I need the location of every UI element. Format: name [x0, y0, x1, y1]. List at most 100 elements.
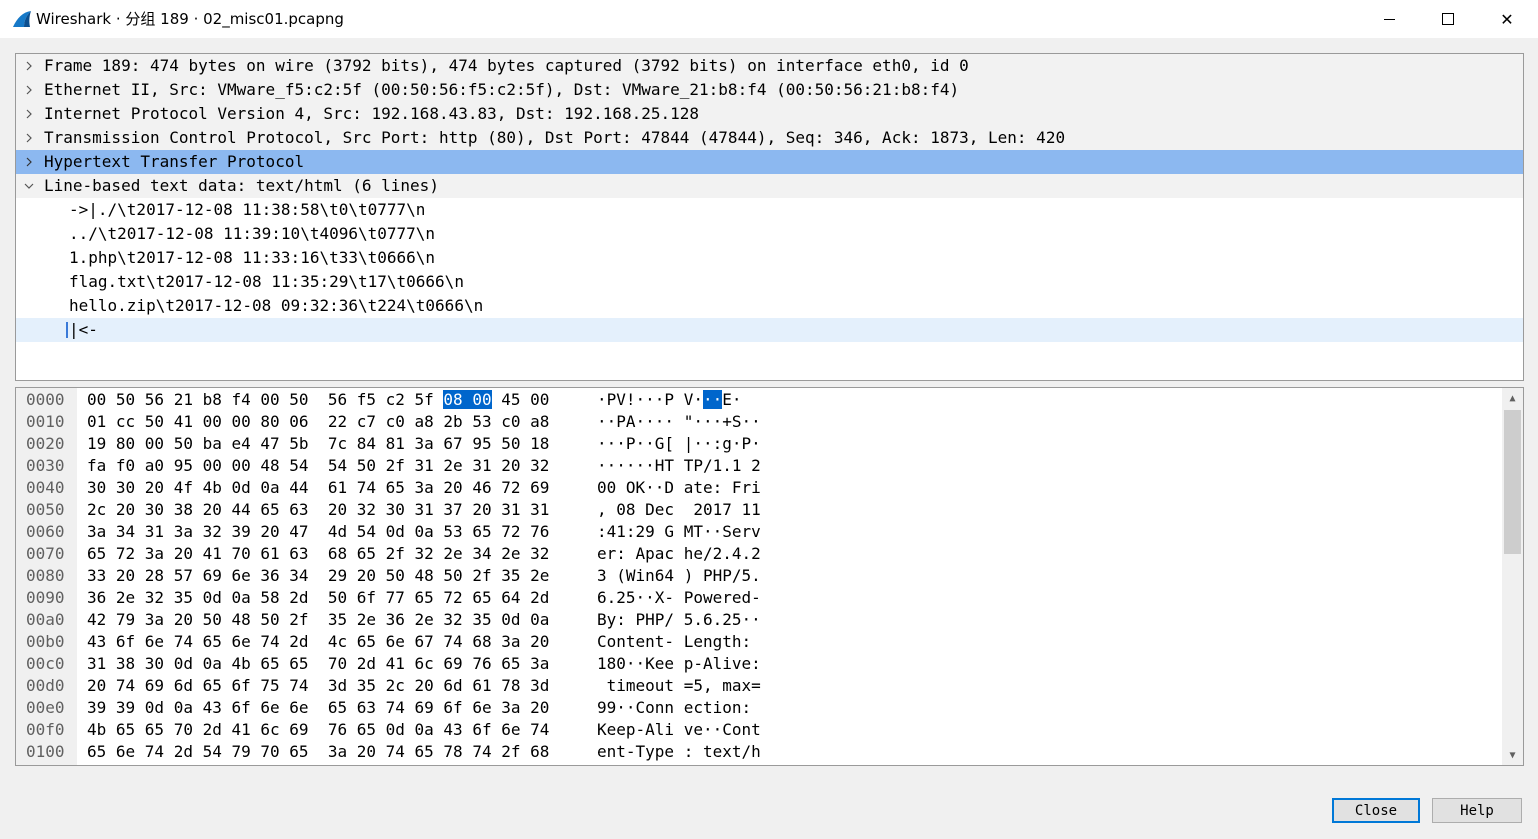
vertical-scrollbar[interactable]: ▲ ▼ [1502, 388, 1523, 765]
hex-ascii[interactable]: , 08 Dec 2017 11 [597, 499, 761, 521]
scroll-up-icon[interactable]: ▲ [1502, 388, 1523, 408]
hex-bytes[interactable]: 31 38 30 0d 0a 4b 65 65 70 2d 41 6c 69 7… [87, 653, 549, 675]
hex-ascii[interactable]: 3 (Win64 ) PHP/5. [597, 565, 761, 587]
chevron-right-icon[interactable] [22, 102, 36, 126]
hex-ascii[interactable]: ··PA···· "···+S·· [597, 411, 761, 433]
hex-bytes[interactable]: 3a 34 31 3a 32 39 20 47 4d 54 0d 0a 53 6… [87, 521, 549, 543]
tree-item-line-based-text[interactable]: Line-based text data: text/html (6 lines… [16, 174, 1523, 198]
hex-bytes[interactable]: 39 39 0d 0a 43 6f 6e 6e 65 63 74 69 6f 6… [87, 697, 549, 719]
hex-row[interactable]: 00a0 42 79 3a 20 50 48 50 2f 35 2e 36 2e … [16, 609, 1496, 631]
hex-row[interactable]: 00b0 43 6f 6e 74 65 6e 74 2d 4c 65 6e 67 … [16, 631, 1496, 653]
hex-row[interactable]: 0070 65 72 3a 20 41 70 61 63 68 65 2f 32 … [16, 543, 1496, 565]
tree-item-ethernet[interactable]: Ethernet II, Src: VMware_f5:c2:5f (00:50… [16, 78, 1523, 102]
hex-row[interactable]: 0090 36 2e 32 35 0d 0a 58 2d 50 6f 77 65 … [16, 587, 1496, 609]
packet-details-tree[interactable]: Frame 189: 474 bytes on wire (3792 bits)… [15, 53, 1524, 381]
highlighted-ascii: ·· [702, 390, 723, 409]
hex-bytes[interactable]: 00 50 56 21 b8 f4 00 50 56 f5 c2 5f 08 0… [87, 389, 549, 411]
hex-bytes[interactable]: 4b 65 65 70 2d 41 6c 69 76 65 0d 0a 43 6… [87, 719, 549, 741]
chevron-right-icon[interactable] [22, 54, 36, 78]
hex-bytes[interactable]: 33 20 28 57 69 6e 36 34 29 20 50 48 50 2… [87, 565, 549, 587]
hex-offset: 0030 [26, 456, 65, 475]
hex-bytes[interactable]: 20 74 69 6d 65 6f 75 74 3d 35 2c 20 6d 6… [87, 675, 549, 697]
hex-ascii[interactable]: ·PV!···P V···E· [597, 389, 742, 411]
focus-indicator [66, 322, 68, 338]
hex-row[interactable]: 0010 01 cc 50 41 00 00 80 06 22 c7 c0 a8 … [16, 411, 1496, 433]
window-title: Wireshark · 分组 189 · 02_misc01.pcapng [36, 10, 344, 28]
tree-item-http[interactable]: Hypertext Transfer Protocol [16, 150, 1523, 174]
hex-row[interactable]: 0100 65 6e 74 2d 54 79 70 65 3a 20 74 65 … [16, 741, 1496, 763]
hex-ascii[interactable]: Keep-Ali ve··Cont [597, 719, 761, 741]
highlighted-bytes: 08 00 [443, 390, 492, 409]
hex-bytes[interactable]: 01 cc 50 41 00 00 80 06 22 c7 c0 a8 2b 5… [87, 411, 549, 433]
tree-item-frame[interactable]: Frame 189: 474 bytes on wire (3792 bits)… [16, 54, 1523, 78]
hex-bytes[interactable]: 30 30 20 4f 4b 0d 0a 44 61 74 65 3a 20 4… [87, 477, 549, 499]
hex-bytes[interactable]: 43 6f 6e 74 65 6e 74 2d 4c 65 6e 67 74 6… [87, 631, 549, 653]
hex-row[interactable]: 00f0 4b 65 65 70 2d 41 6c 69 76 65 0d 0a … [16, 719, 1496, 741]
hex-offset: 00a0 [26, 610, 65, 629]
hex-ascii[interactable]: 180··Kee p-Alive: [597, 653, 761, 675]
tree-child-line[interactable]: ../\t2017-12-08 11:39:10\t4096\t0777\n [16, 222, 1523, 246]
hex-bytes[interactable]: fa f0 a0 95 00 00 48 54 54 50 2f 31 2e 3… [87, 455, 549, 477]
hex-offset: 0090 [26, 588, 65, 607]
hex-ascii[interactable]: 00 OK··D ate: Fri [597, 477, 761, 499]
hex-offset: 0040 [26, 478, 65, 497]
tree-item-label: Hypertext Transfer Protocol [44, 152, 305, 171]
hex-offset: 0080 [26, 566, 65, 585]
scroll-thumb[interactable] [1504, 410, 1521, 554]
hex-row[interactable]: 0020 19 80 00 50 ba e4 47 5b 7c 84 81 3a … [16, 433, 1496, 455]
hex-ascii[interactable]: By: PHP/ 5.6.25·· [597, 609, 761, 631]
tree-child-line[interactable]: |<- [16, 318, 1523, 342]
hex-ascii[interactable]: ent-Type : text/h [597, 741, 761, 763]
close-icon: ✕ [1500, 9, 1514, 29]
hex-ascii[interactable]: er: Apac he/2.4.2 [597, 543, 761, 565]
tree-item-tcp[interactable]: Transmission Control Protocol, Src Port:… [16, 126, 1523, 150]
tree-item-label: Frame 189: 474 bytes on wire (3792 bits)… [44, 56, 969, 75]
chevron-down-icon[interactable] [22, 174, 36, 198]
hex-row[interactable]: 0000 00 50 56 21 b8 f4 00 50 56 f5 c2 5f … [16, 389, 1496, 411]
hex-ascii[interactable]: ······HT TP/1.1 2 [597, 455, 761, 477]
hex-bytes[interactable]: 65 6e 74 2d 54 79 70 65 3a 20 74 65 78 7… [87, 741, 549, 763]
hex-row[interactable]: 0050 2c 20 30 38 20 44 65 63 20 32 30 31 … [16, 499, 1496, 521]
hex-row[interactable]: 0040 30 30 20 4f 4b 0d 0a 44 61 74 65 3a … [16, 477, 1496, 499]
hex-bytes[interactable]: 19 80 00 50 ba e4 47 5b 7c 84 81 3a 67 9… [87, 433, 549, 455]
hex-offset: 00b0 [26, 632, 65, 651]
tree-child-line[interactable]: ->|./\t2017-12-08 11:38:58\t0\t0777\n [16, 198, 1523, 222]
hex-offset: 0020 [26, 434, 65, 453]
tree-child-label: ->|./\t2017-12-08 11:38:58\t0\t0777\n [69, 200, 426, 219]
byte-group: 45 00 [491, 390, 550, 409]
packet-bytes-pane[interactable]: 0000 00 50 56 21 b8 f4 00 50 56 f5 c2 5f … [15, 387, 1524, 766]
hex-ascii[interactable]: Content- Length: [597, 631, 761, 653]
hex-row[interactable]: 0080 33 20 28 57 69 6e 36 34 29 20 50 48 … [16, 565, 1496, 587]
hex-bytes[interactable]: 2c 20 30 38 20 44 65 63 20 32 30 31 37 2… [87, 499, 549, 521]
tree-item-ipv4[interactable]: Internet Protocol Version 4, Src: 192.16… [16, 102, 1523, 126]
ascii-group: ·PV!···P V· [597, 390, 703, 409]
hex-ascii[interactable]: ···P··G[ |··:g·P· [597, 433, 761, 455]
help-button[interactable]: Help [1432, 798, 1522, 823]
minimize-button[interactable] [1360, 0, 1418, 38]
close-window-button[interactable]: ✕ [1478, 0, 1536, 38]
tree-child-line[interactable]: 1.php\t2017-12-08 11:33:16\t33\t0666\n [16, 246, 1523, 270]
tree-child-label: hello.zip\t2017-12-08 09:32:36\t224\t066… [69, 296, 484, 315]
hex-offset: 00d0 [26, 676, 65, 695]
scroll-down-icon[interactable]: ▼ [1502, 745, 1523, 765]
close-button[interactable]: Close [1332, 798, 1420, 823]
hex-row[interactable]: 00e0 39 39 0d 0a 43 6f 6e 6e 65 63 74 69 … [16, 697, 1496, 719]
maximize-icon [1442, 13, 1454, 25]
hex-ascii[interactable]: 99··Conn ection: [597, 697, 761, 719]
hex-row[interactable]: 0060 3a 34 31 3a 32 39 20 47 4d 54 0d 0a … [16, 521, 1496, 543]
chevron-right-icon[interactable] [22, 126, 36, 150]
chevron-right-icon[interactable] [22, 78, 36, 102]
chevron-right-icon[interactable] [22, 150, 36, 174]
hex-ascii[interactable]: timeout =5, max= [597, 675, 761, 697]
hex-bytes[interactable]: 36 2e 32 35 0d 0a 58 2d 50 6f 77 65 72 6… [87, 587, 549, 609]
hex-row[interactable]: 00d0 20 74 69 6d 65 6f 75 74 3d 35 2c 20 … [16, 675, 1496, 697]
hex-bytes[interactable]: 65 72 3a 20 41 70 61 63 68 65 2f 32 2e 3… [87, 543, 549, 565]
hex-bytes[interactable]: 42 79 3a 20 50 48 50 2f 35 2e 36 2e 32 3… [87, 609, 549, 631]
maximize-button[interactable] [1419, 0, 1477, 38]
tree-child-line[interactable]: flag.txt\t2017-12-08 11:35:29\t17\t0666\… [16, 270, 1523, 294]
hex-ascii[interactable]: :41:29 G MT··Serv [597, 521, 761, 543]
hex-row[interactable]: 0030 fa f0 a0 95 00 00 48 54 54 50 2f 31 … [16, 455, 1496, 477]
tree-child-line[interactable]: hello.zip\t2017-12-08 09:32:36\t224\t066… [16, 294, 1523, 318]
hex-ascii[interactable]: 6.25··X- Powered- [597, 587, 761, 609]
hex-row[interactable]: 00c0 31 38 30 0d 0a 4b 65 65 70 2d 41 6c … [16, 653, 1496, 675]
